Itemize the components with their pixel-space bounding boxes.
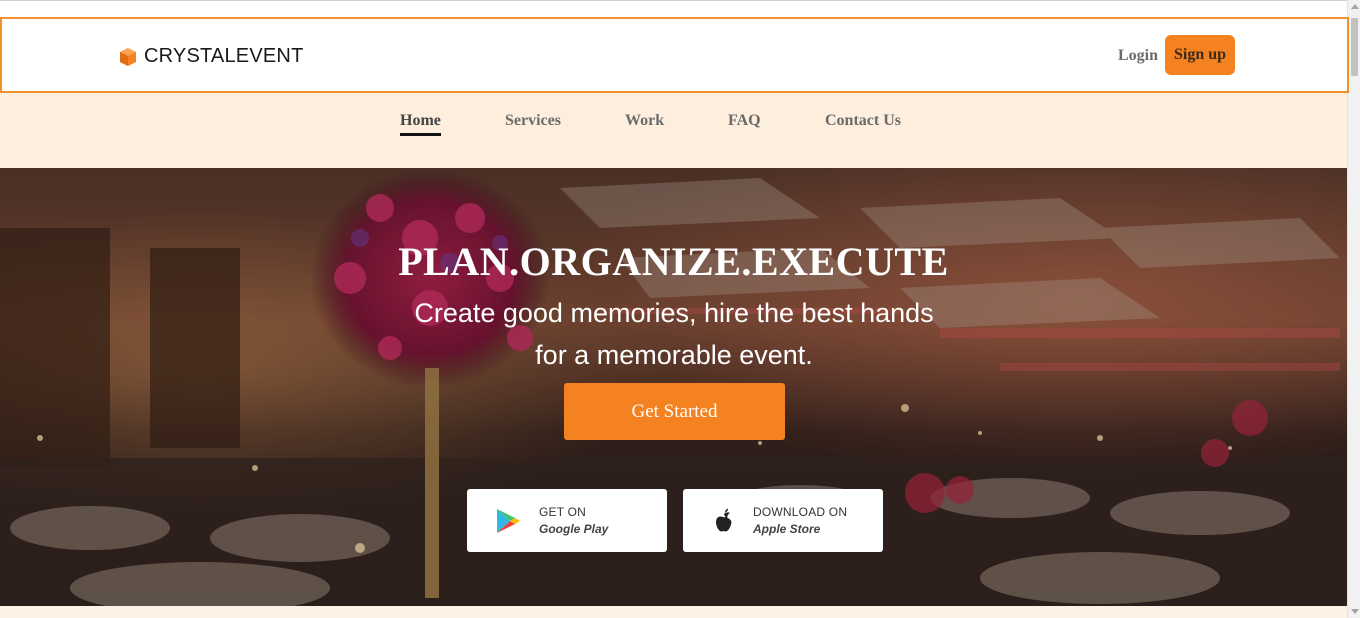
cube-icon bbox=[120, 47, 136, 66]
nav-item-label: Home bbox=[400, 112, 441, 129]
store-line2: Apple Store bbox=[753, 522, 821, 536]
hero-subtitle: Create good memories, hire the best hand… bbox=[374, 292, 974, 376]
store-line1: GET ON bbox=[539, 505, 586, 519]
scroll-up-arrow-icon[interactable] bbox=[1351, 4, 1359, 9]
google-play-button[interactable]: GET ON Google Play bbox=[467, 489, 667, 552]
hero-section: PLAN.ORGANIZE.EXECUTE Create good memori… bbox=[0, 168, 1347, 606]
nav-item-faq[interactable]: FAQ bbox=[728, 112, 761, 130]
hero-subtitle-line2: for a memorable event. bbox=[535, 340, 813, 370]
hero-subtitle-line1: Create good memories, hire the best hand… bbox=[414, 298, 934, 328]
page-bottom-strip bbox=[0, 606, 1347, 618]
brand-name: CRYSTALEVENT bbox=[144, 45, 304, 67]
nav-item-services[interactable]: Services bbox=[505, 112, 561, 130]
hero-title: PLAN.ORGANIZE.EXECUTE bbox=[0, 238, 1347, 285]
apple-icon bbox=[716, 508, 732, 532]
active-nav-underline bbox=[400, 133, 441, 136]
brand-logo[interactable]: CRYSTALEVENT bbox=[118, 45, 303, 68]
main-nav: Home Services Work FAQ Contact Us bbox=[0, 93, 1347, 168]
browser-top-strip bbox=[0, 0, 1347, 17]
login-link[interactable]: Login bbox=[1118, 47, 1158, 65]
nav-item-work[interactable]: Work bbox=[625, 112, 664, 130]
site-header: CRYSTALEVENT Login Sign up bbox=[0, 17, 1349, 93]
store-line2: Google Play bbox=[539, 522, 609, 536]
get-started-button[interactable]: Get Started bbox=[564, 383, 785, 440]
signup-button[interactable]: Sign up bbox=[1165, 35, 1235, 75]
scroll-down-arrow-icon[interactable] bbox=[1351, 609, 1359, 614]
hero-title-text: PLAN.ORGANIZE.EXECUTE bbox=[398, 239, 949, 284]
scroll-thumb[interactable] bbox=[1351, 18, 1358, 76]
google-play-icon bbox=[497, 509, 520, 533]
store-line1: DOWNLOAD ON bbox=[753, 505, 848, 519]
nav-item-contact-us[interactable]: Contact Us bbox=[825, 112, 901, 130]
nav-item-home[interactable]: Home bbox=[400, 112, 441, 136]
apple-store-button[interactable]: DOWNLOAD ON Apple Store bbox=[683, 489, 883, 552]
